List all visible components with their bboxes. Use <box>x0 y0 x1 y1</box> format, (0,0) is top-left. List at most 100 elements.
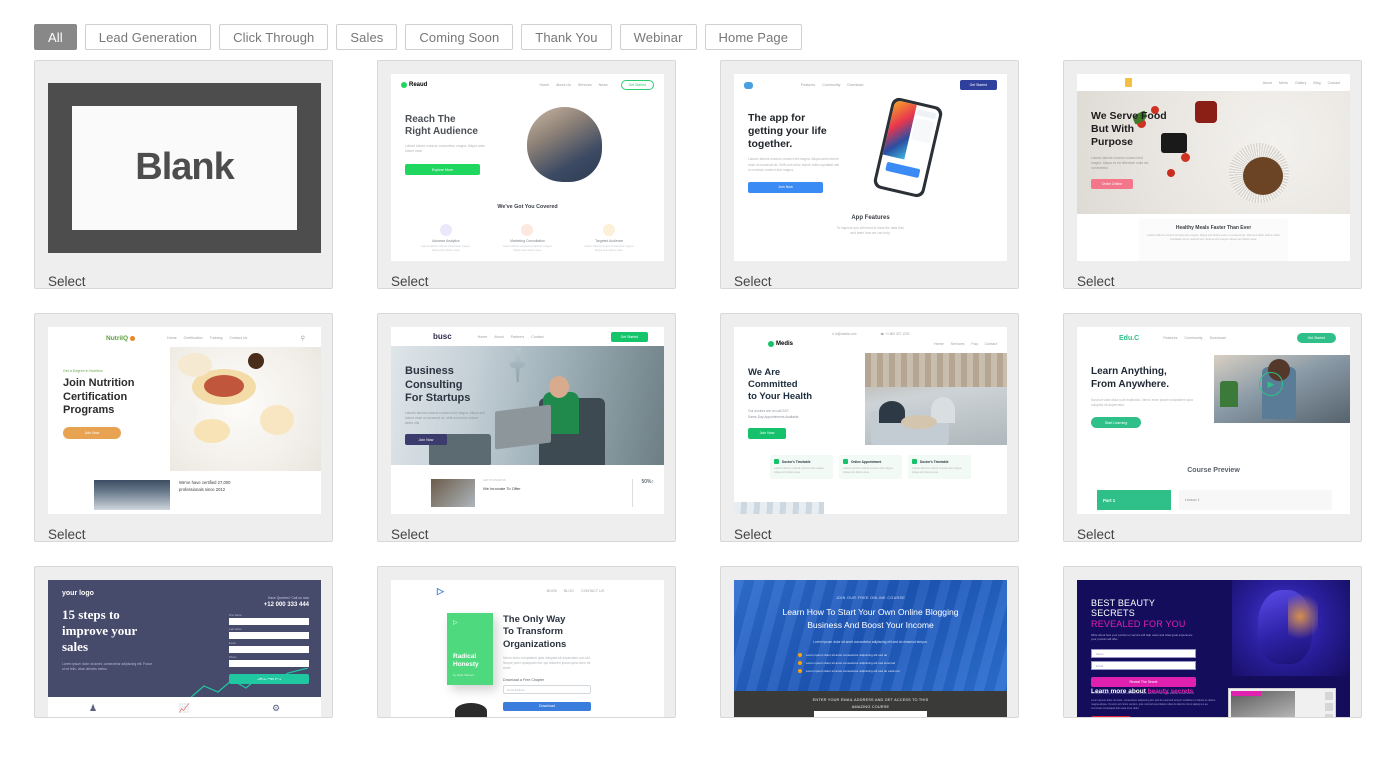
mini-footer-title: ENTER YOUR EMAIL ADDRESS AND GET ACCESS … <box>812 698 929 710</box>
mini-footer-band: ENTER YOUR EMAIL ADDRESS AND GET ACCESS … <box>734 691 1007 717</box>
mini-feature-card: Doctor's Timetable Laboris laboris nostr… <box>908 455 971 480</box>
mini-cta: Join Now <box>748 427 786 439</box>
mini-logo: your logo <box>62 590 94 597</box>
filter-lead-generation[interactable]: Lead Generation <box>84 24 212 50</box>
mini-cta: Order Online <box>1091 178 1133 189</box>
template-card-book[interactable]: ▷ BOOK BLOG CONTACT US ▷ Radical Honesty… <box>377 566 676 718</box>
template-card-reaud[interactable]: Reaud Home About Us Services News Get St… <box>377 60 676 289</box>
mini-hero-photo: ▶ <box>1214 355 1350 423</box>
mini-features: Advance Analytics Labore laboris nostrud… <box>391 224 664 253</box>
template-card-food[interactable]: About Menu Gallery Blog Contact We Serve… <box>1063 60 1362 289</box>
template-thumbnail-medis[interactable]: ✉ hi@medis.com ☎ +1 800 327 1276 Medis H… <box>734 327 1007 514</box>
template-card-sales[interactable]: your logo 15 steps to improve your sales… <box>34 566 333 718</box>
template-thumbnail-busc[interactable]: busc Home About Partners Contact Get Sta… <box>391 327 664 514</box>
mini-nav: Features Community Download Get Started <box>734 74 1007 96</box>
consultation-icon <box>521 224 534 236</box>
template-thumbnail-blank[interactable]: Blank <box>48 74 321 261</box>
mini-book-sub: by Dolor Sitamet <box>453 673 474 677</box>
mini-body: Nemo enim voluptatem quia voluptas sit a… <box>503 656 591 671</box>
mini-input: Email address <box>503 685 591 695</box>
template-thumbnail-reaud[interactable]: Reaud Home About Us Services News Get St… <box>391 74 664 261</box>
mini-nav-button: Get Started <box>1296 333 1336 343</box>
mini-hero-photo <box>1232 580 1350 676</box>
template-card-blank[interactable]: Blank Select <box>34 60 333 289</box>
mini-section-sub: Laboris laboris nostrud consect elut mag… <box>1147 234 1280 242</box>
phone-item: ☎ +1 800 327 1276 <box>880 332 910 336</box>
blank-label: Blank <box>72 105 297 230</box>
mini-headline: Learn How To Start Your Own Online Blogg… <box>782 607 959 631</box>
mini-lower-stat: 50%↑ <box>632 479 654 507</box>
template-thumbnail-app[interactable]: Features Community Download Get Started … <box>734 74 1007 261</box>
template-card-blogging[interactable]: JOIN OUR FREE ONLINE COURSE Learn How To… <box>720 566 1019 718</box>
filter-sales[interactable]: Sales <box>336 24 398 50</box>
mini-cta: Join Now <box>405 434 447 446</box>
select-button-medis[interactable]: Select <box>734 527 1005 541</box>
mini-body: Write about how your product or service … <box>1091 633 1193 642</box>
template-thumbnail-book[interactable]: ▷ BOOK BLOG CONTACT US ▷ Radical Honesty… <box>391 580 664 717</box>
select-button-busc[interactable]: Select <box>391 527 662 541</box>
template-thumbnail-beauty[interactable]: BEST BEAUTY SECRETS REVEALED FOR YOU Wri… <box>1077 580 1350 717</box>
mini-section-body: Lorem ipsum dolor sit amet, consectetur … <box>1091 699 1216 711</box>
mini-nav: Reaud Home About Us Services News Get St… <box>391 74 664 96</box>
template-thumbnail-blogging[interactable]: JOIN OUR FREE ONLINE COURSE Learn How To… <box>734 580 1007 717</box>
select-button-educ[interactable]: Select <box>1077 527 1348 541</box>
mini-headline: BEST BEAUTY SECRETS <box>1091 598 1155 619</box>
select-button-blank[interactable]: Select <box>48 274 319 288</box>
mini-headline-accent: REVEALED FOR YOU <box>1091 618 1186 629</box>
mini-nav: About Menu Gallery Blog Contact <box>1077 74 1350 91</box>
mini-topbar: ✉ hi@medis.com ☎ +1 800 327 1276 <box>734 327 1007 336</box>
mini-phone-mockup <box>872 96 944 199</box>
mini-eyebrow: JOIN OUR FREE ONLINE COURSE <box>835 596 906 600</box>
filter-webinar[interactable]: Webinar <box>619 24 697 50</box>
template-thumbnail-nutriq[interactable]: NutriIQ Home Certification Training Cont… <box>48 327 321 514</box>
filter-all[interactable]: All <box>34 24 77 50</box>
mini-footer: ♟ 📈 ⚙ <box>48 697 321 717</box>
filter-thank-you[interactable]: Thank You <box>521 24 612 50</box>
filter-home-page[interactable]: Home Page <box>704 24 803 50</box>
mini-hero-photo <box>865 353 1007 445</box>
mini-stat-row: We've have certified 27,000 professional… <box>94 480 311 510</box>
mini-nav: Medis Home Services Faq Contact <box>734 336 1007 352</box>
mini-input: Email <box>1091 660 1196 670</box>
template-thumbnail-food[interactable]: About Menu Gallery Blog Contact We Serve… <box>1077 74 1350 261</box>
mini-bullets: Lorem ipsum dolor sit amet consectetur a… <box>798 650 967 673</box>
template-card-nutriq[interactable]: NutriIQ Home Certification Training Cont… <box>34 313 333 542</box>
mini-cta: Download <box>503 701 591 711</box>
logo-dot-icon <box>401 82 407 88</box>
select-button-food[interactable]: Select <box>1077 274 1348 288</box>
template-thumbnail-educ[interactable]: Edu.C Features Community Download Get St… <box>1077 327 1350 514</box>
mini-body: Our doctors are on call 24/7. Same-Day A… <box>748 409 800 419</box>
mini-section-card: Healthy Meals Faster Than Ever Laboris l… <box>1139 219 1288 261</box>
mini-nav: busc Home About Partners Contact Get Sta… <box>391 327 664 346</box>
select-button-reaud[interactable]: Select <box>391 274 662 288</box>
template-card-app[interactable]: Features Community Download Get Started … <box>720 60 1019 289</box>
template-card-medis[interactable]: ✉ hi@medis.com ☎ +1 800 327 1276 Medis H… <box>720 313 1019 542</box>
template-card-educ[interactable]: Edu.C Features Community Download Get St… <box>1063 313 1362 542</box>
check-icon <box>843 459 848 464</box>
mini-logo: Edu.C <box>1119 334 1140 342</box>
mini-nav-links: Features Community Download <box>801 83 864 87</box>
mini-section-sub: To improve you will need to have the dat… <box>836 226 905 236</box>
mini-body: Nostrud vitae dicta sunt explicabo. Nemo… <box>1091 398 1193 408</box>
filter-coming-soon[interactable]: Coming Soon <box>405 24 514 50</box>
mini-input <box>229 632 309 639</box>
template-filter-bar: All Lead Generation Click Through Sales … <box>0 0 1379 50</box>
mini-phone-number: +12 000 333 444 <box>263 602 309 608</box>
mini-body: Laboris laboris nostrud consect elut mag… <box>405 410 485 426</box>
mini-logo-icon: ▷ <box>437 585 444 596</box>
template-card-busc[interactable]: busc Home About Partners Contact Get Sta… <box>377 313 676 542</box>
mini-logo-icon <box>1125 78 1132 87</box>
mini-eyebrow: Get a Degree in Nutrition <box>63 369 103 373</box>
bullet-icon <box>798 653 802 657</box>
mini-feature: Advance Analytics Labore laboris nostrud… <box>418 224 474 253</box>
mini-body: Laboris laboris nostrud consect elit mag… <box>748 157 839 172</box>
mini-nav-button: Get Started <box>610 331 648 342</box>
mini-nav-button: Get Started <box>620 80 654 90</box>
filter-click-through[interactable]: Click Through <box>219 24 329 50</box>
bullet-icon <box>798 661 802 665</box>
select-button-app[interactable]: Select <box>734 274 1005 288</box>
template-thumbnail-sales[interactable]: your logo 15 steps to improve your sales… <box>48 580 321 717</box>
mini-input <box>229 660 309 667</box>
template-card-beauty[interactable]: BEST BEAUTY SECRETS REVEALED FOR YOU Wri… <box>1063 566 1362 718</box>
select-button-nutriq[interactable]: Select <box>48 527 319 541</box>
